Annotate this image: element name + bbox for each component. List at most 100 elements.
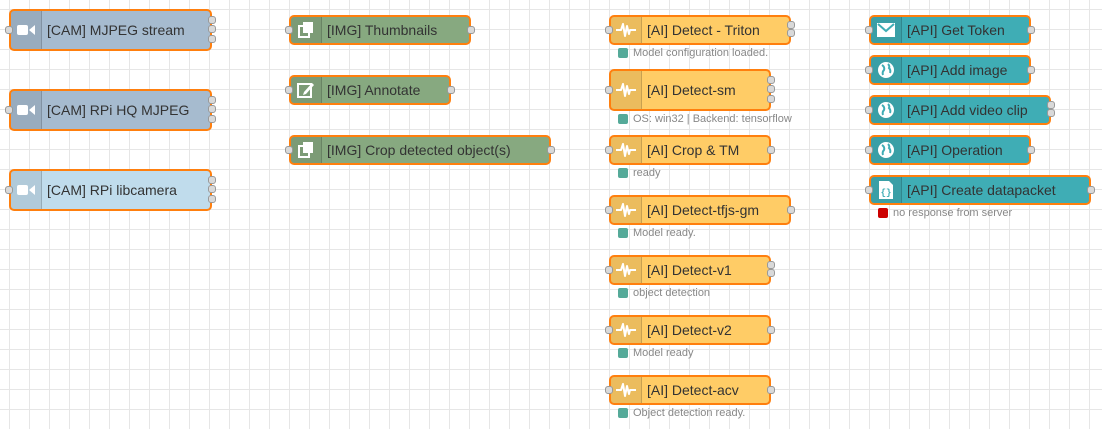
status-ok-dot	[618, 114, 628, 124]
output-port[interactable]	[208, 195, 216, 203]
output-port[interactable]	[767, 269, 775, 277]
input-port[interactable]	[605, 326, 613, 334]
flow-node-api-datapacket[interactable]: {} [API] Create datapacket	[865, 175, 1095, 205]
output-port[interactable]	[767, 261, 775, 269]
flow-node-ai-crop-tm[interactable]: [AI] Crop & TM	[605, 135, 775, 165]
waveform-icon	[611, 257, 642, 283]
envelope-icon	[871, 17, 902, 43]
node-label: [API] Get Token	[907, 22, 1005, 38]
status-text: ready	[633, 167, 661, 179]
flow-node-api-add-image[interactable]: [API] Add image	[865, 55, 1035, 85]
output-port[interactable]	[547, 146, 555, 154]
output-port[interactable]	[447, 86, 455, 94]
input-port[interactable]	[865, 66, 873, 74]
node-label: [IMG] Crop detected object(s)	[327, 142, 511, 158]
input-port[interactable]	[605, 266, 613, 274]
output-port[interactable]	[208, 105, 216, 113]
output-port[interactable]	[208, 16, 216, 24]
output-port[interactable]	[1087, 186, 1095, 194]
node-label: [API] Add image	[907, 62, 1008, 78]
output-port[interactable]	[208, 25, 216, 33]
image-stack-icon	[291, 17, 322, 43]
flow-node-api-operation[interactable]: [API] Operation	[865, 135, 1035, 165]
node-label: [CAM] RPi libcamera	[47, 182, 177, 198]
node-status: Object detection ready.	[618, 407, 745, 419]
flow-node-ai-v1[interactable]: [AI] Detect-v1	[605, 255, 775, 285]
flow-node-api-token[interactable]: [API] Get Token	[865, 15, 1035, 45]
node-label: [API] Create datapacket	[907, 182, 1056, 198]
node-status: object detection	[618, 287, 710, 299]
flow-node-api-add-video[interactable]: [API] Add video clip	[865, 95, 1055, 125]
output-port[interactable]	[787, 206, 795, 214]
input-port[interactable]	[865, 26, 873, 34]
node-label: [AI] Detect-v1	[647, 262, 732, 278]
node-label: [AI] Crop & TM	[647, 142, 740, 158]
output-port[interactable]	[787, 29, 795, 37]
flow-node-ai-sm[interactable]: [AI] Detect-sm	[605, 69, 775, 111]
output-port[interactable]	[1027, 146, 1035, 154]
flow-node-cam-rpi-hq[interactable]: [CAM] RPi HQ MJPEG	[5, 89, 216, 131]
output-port[interactable]	[1047, 109, 1055, 117]
output-port[interactable]	[1027, 26, 1035, 34]
output-port[interactable]	[1027, 66, 1035, 74]
node-label: [AI] Detect-v2	[647, 322, 732, 338]
input-port[interactable]	[865, 146, 873, 154]
flow-node-ai-acv[interactable]: [AI] Detect-acv	[605, 375, 775, 405]
video-camera-icon	[11, 171, 42, 209]
waveform-icon	[611, 377, 642, 403]
input-port[interactable]	[865, 186, 873, 194]
output-port[interactable]	[208, 35, 216, 43]
status-ok-dot	[618, 48, 628, 58]
flow-node-ai-v2[interactable]: [AI] Detect-v2	[605, 315, 775, 345]
input-port[interactable]	[5, 26, 13, 34]
output-port[interactable]	[208, 115, 216, 123]
output-port[interactable]	[208, 185, 216, 193]
status-text: object detection	[633, 287, 711, 299]
input-port[interactable]	[605, 206, 613, 214]
node-status: ready	[618, 167, 661, 179]
output-port[interactable]	[767, 146, 775, 154]
flow-node-img-annotate[interactable]: [IMG] Annotate	[285, 75, 455, 105]
svg-text:{}: {}	[881, 188, 892, 198]
flow-canvas[interactable]: [CAM] MJPEG stream [CAM] RPi HQ MJPEG [CAM…	[0, 0, 1102, 429]
waveform-icon	[611, 137, 642, 163]
flow-node-ai-tfjs[interactable]: [AI] Detect-tfjs-gm	[605, 195, 795, 225]
flow-node-cam-libcamera[interactable]: [CAM] RPi libcamera	[5, 169, 216, 211]
input-port[interactable]	[5, 186, 13, 194]
output-port[interactable]	[208, 96, 216, 104]
waveform-icon	[611, 17, 642, 43]
output-port[interactable]	[467, 26, 475, 34]
flow-node-img-crop[interactable]: [IMG] Crop detected object(s)	[285, 135, 555, 165]
globe-icon	[871, 137, 902, 163]
node-status: no response from server	[878, 207, 1012, 219]
output-port[interactable]	[1047, 101, 1055, 109]
status-text: no response from server	[893, 207, 1013, 219]
input-port[interactable]	[605, 26, 613, 34]
node-label: [API] Add video clip	[907, 102, 1028, 118]
output-port[interactable]	[767, 95, 775, 103]
globe-icon	[871, 97, 902, 123]
output-port[interactable]	[787, 21, 795, 29]
input-port[interactable]	[605, 386, 613, 394]
input-port[interactable]	[285, 26, 293, 34]
output-port[interactable]	[767, 386, 775, 394]
status-error-dot	[878, 208, 888, 218]
output-port[interactable]	[767, 326, 775, 334]
input-port[interactable]	[285, 146, 293, 154]
status-ok-dot	[618, 348, 628, 358]
flow-node-ai-triton[interactable]: [AI] Detect - Triton	[605, 15, 795, 45]
flow-node-img-thumbnails[interactable]: [IMG] Thumbnails	[285, 15, 475, 45]
node-label: [AI] Detect-tfjs-gm	[647, 202, 760, 218]
flow-node-cam-mjpeg[interactable]: [CAM] MJPEG stream	[5, 9, 216, 51]
input-port[interactable]	[865, 106, 873, 114]
video-camera-icon	[11, 91, 42, 129]
output-port[interactable]	[767, 85, 775, 93]
input-port[interactable]	[285, 86, 293, 94]
node-status: Model ready	[618, 347, 694, 359]
input-port[interactable]	[605, 146, 613, 154]
output-port[interactable]	[208, 176, 216, 184]
video-camera-icon	[11, 11, 42, 49]
output-port[interactable]	[767, 76, 775, 84]
input-port[interactable]	[605, 86, 613, 94]
input-port[interactable]	[5, 106, 13, 114]
